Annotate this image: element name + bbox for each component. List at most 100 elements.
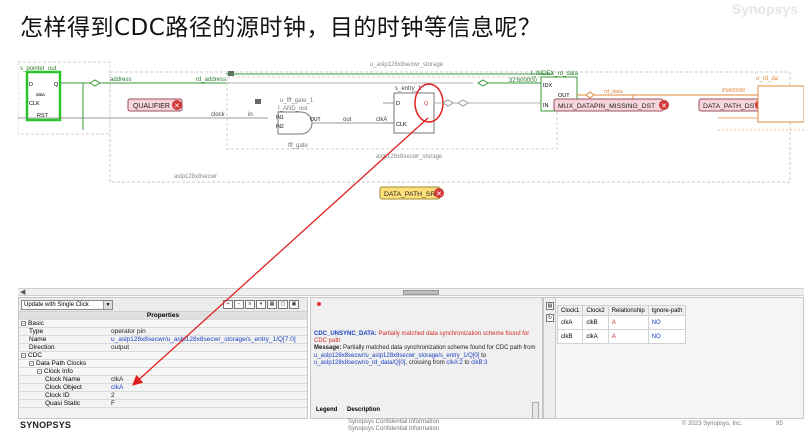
clock-col-header[interactable]: Ignore-path (647, 305, 687, 316)
footer-confidential: Synopsys Confidential Information Synops… (348, 419, 439, 432)
table-icon[interactable]: ▤ (546, 302, 554, 310)
property-row[interactable]: − Basic (19, 319, 307, 329)
mux-dst-label: MUX_DATAPIN_MISSING_DST (558, 103, 655, 110)
message-text-to2: to (464, 359, 470, 366)
table-cell: clkA (582, 329, 609, 344)
ff-d-pin: D (29, 82, 33, 88)
property-row[interactable]: Quasi Static F (19, 399, 307, 409)
table-row[interactable]: clkB clkA A NO (556, 329, 687, 344)
table-cell: NO (647, 329, 687, 344)
property-row[interactable]: Type operator pin (19, 327, 307, 337)
table-row[interactable]: clkA clkB A NO (556, 315, 687, 330)
clock-col-header[interactable]: Relationship (607, 305, 649, 316)
table-cell: clkB (582, 315, 609, 330)
paste-icon[interactable]: ▣ (289, 300, 299, 309)
message-body: CDC_UNSYNC_DATA: Partially matched data … (314, 331, 539, 367)
property-row[interactable]: − Clock Info (19, 367, 307, 377)
and-in1-label: IN1 (276, 115, 284, 121)
filter-icon[interactable]: ▾ (256, 300, 266, 309)
fff-gate-label: fff_gate (288, 143, 308, 149)
property-row[interactable]: Name u_aslp128x8secwr/u_aslp128x8secwr_st… (19, 335, 307, 345)
property-row[interactable]: − Data Path Clocks (19, 359, 307, 369)
property-row[interactable]: Direction output (19, 343, 307, 353)
list-view-icon[interactable]: ≡ (245, 300, 255, 309)
footer-copyright: © 2023 Synopsys, Inc. (682, 421, 743, 427)
scroll-thumb[interactable] (403, 290, 439, 295)
property-key: Name (19, 335, 109, 345)
copy-icon[interactable]: ▢ (278, 300, 288, 309)
message-dst-link[interactable]: u_aslp128x8secwr/o_rd_data/Q[0] (314, 360, 405, 366)
property-key-label: CDC (28, 352, 43, 360)
s-entry-d-pin: D (396, 101, 400, 107)
refresh-icon[interactable]: ↻ (546, 314, 554, 322)
expand-collapse-icon[interactable]: − (21, 321, 26, 327)
message-text-crossing: , crossing from (405, 359, 445, 366)
qualifier-label: QUALIFIER (133, 103, 170, 110)
property-value: clkA (109, 375, 307, 385)
legend-col-legend: Legend (316, 407, 338, 413)
bottom-storage-label: aslp128x8secwr_storage (376, 154, 443, 160)
property-value (109, 359, 307, 369)
faint-logo: Synopsys (731, 1, 798, 17)
property-key: Clock Name (19, 375, 109, 385)
property-key-label: Clock Object (45, 384, 82, 392)
property-row[interactable]: Clock Object clkA (19, 383, 307, 393)
o-rd-data-flop[interactable] (757, 85, 804, 123)
clock-table: Clock1 Clock2 Relationship Ignore-path c… (556, 305, 687, 344)
property-key: − Data Path Clocks (19, 359, 109, 369)
property-key: − Basic (19, 319, 109, 329)
clock-panel-sidebar: ▤ ↻ (544, 298, 556, 418)
port-icon (477, 79, 489, 87)
clock-relationship-panel: ▤ ↻ Clock1 Clock2 Relationship Ignore-pa… (543, 297, 804, 419)
schematic-canvas[interactable]: u_aslp128x8secwr_storage aslp128x8secwr … (18, 50, 804, 290)
properties-tool-icons: + − ≡ ▾ ▦ ▢ ▣ (223, 300, 299, 309)
property-row[interactable]: Clock ID 2 (19, 391, 307, 401)
i-and-out-label: I_AND_out (278, 106, 308, 112)
clock-net-label: clock (211, 112, 226, 118)
property-value: operator pin (109, 327, 307, 337)
expand-collapse-icon[interactable]: − (37, 369, 42, 375)
property-value: output (109, 343, 307, 353)
top-storage-label: u_aslp128x8secwr_storage (370, 62, 444, 68)
message-to-clock-link[interactable]: clkB:3 (471, 360, 487, 366)
clock-col-header[interactable]: Clock2 (582, 305, 609, 316)
svg-text:✕: ✕ (174, 103, 180, 110)
property-key-label: Clock Info (44, 368, 73, 376)
scroll-left-icon[interactable]: ◀ (20, 289, 25, 296)
property-key-label: Clock Name (45, 376, 81, 384)
message-text-1: Partially matched data synchronization s… (343, 345, 536, 352)
message-src-link[interactable]: u_aslp128x8secwr/u_aslp128x8secwr_storag… (314, 353, 479, 359)
collapse-icon[interactable] (255, 99, 261, 104)
schematic-hscrollbar[interactable]: ◀ (18, 288, 804, 296)
properties-header: Properties (19, 312, 307, 321)
out-pin: OUT (558, 93, 570, 99)
rd-data-net-label: rd_data (604, 89, 624, 95)
in-net-label: in (248, 112, 253, 118)
property-value[interactable]: clkA (109, 383, 307, 393)
property-row[interactable]: − CDC (19, 351, 307, 361)
property-key-label: Name (29, 336, 47, 344)
clock-col-header[interactable]: Clock1 (556, 305, 584, 316)
message-label: Message: (314, 345, 342, 352)
and-out-label: OUT (310, 117, 321, 123)
property-row[interactable]: Clock Name clkA (19, 375, 307, 385)
expand-all-icon[interactable]: + (223, 300, 233, 309)
property-key-label: Basic (28, 320, 44, 328)
message-vscrollbar[interactable] (532, 402, 539, 418)
footer-confidential-1: Synopsys Confidential Information (348, 419, 440, 425)
message-from-clock-link[interactable]: clkA:2 (446, 360, 462, 366)
collapse-all-icon[interactable]: − (234, 300, 244, 309)
update-mode-select[interactable]: Update with Single Click ▼ (21, 299, 113, 310)
s-entry-q-pin: Q (424, 101, 429, 107)
expand-collapse-icon[interactable]: − (29, 361, 34, 367)
idx-pin: IDX (543, 83, 553, 89)
grid-view-icon[interactable]: ▦ (267, 300, 277, 309)
expand-collapse-icon[interactable]: − (21, 353, 26, 359)
chevron-down-icon[interactable]: ▼ (103, 300, 112, 309)
storage-inner-region (226, 76, 558, 150)
property-value[interactable]: u_aslp128x8secwr/u_aslp128x8secwr_storag… (109, 335, 307, 345)
property-key-label: Type (29, 328, 44, 336)
svg-text:✕: ✕ (661, 103, 667, 110)
clka-net-label: clkA (376, 117, 387, 123)
port-icon (585, 91, 595, 99)
